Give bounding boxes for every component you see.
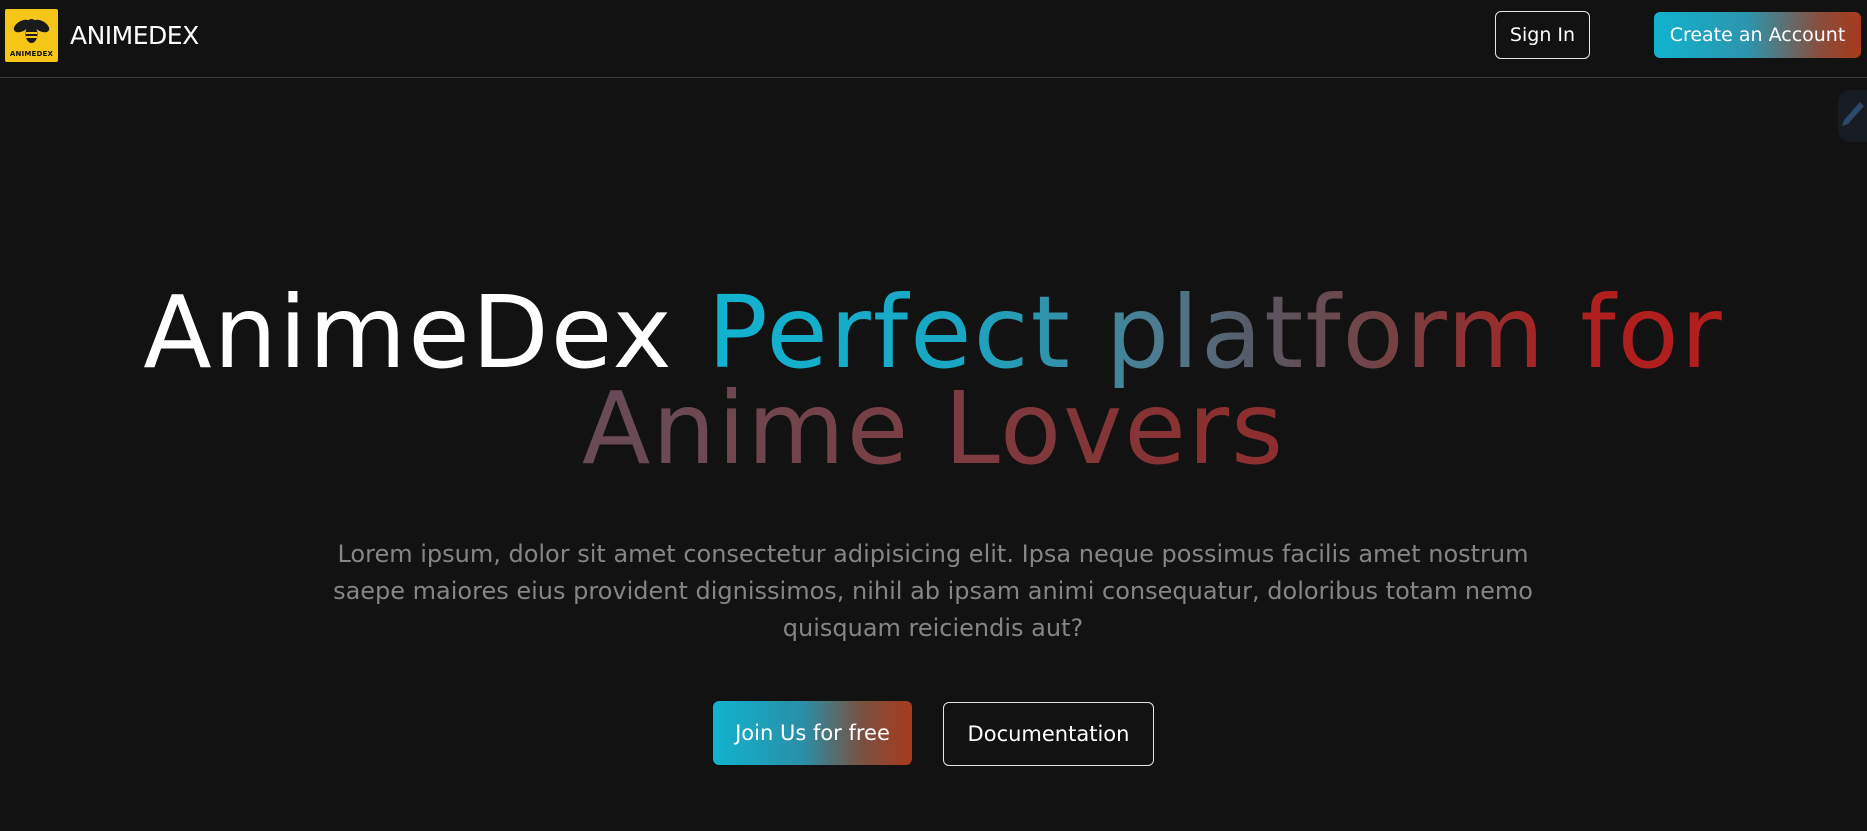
create-account-button[interactable]: Create an Account: [1654, 12, 1861, 58]
corner-decoration: [1838, 90, 1867, 142]
hero-title: AnimeDex Perfect platform for Anime Love…: [0, 283, 1867, 479]
join-free-button[interactable]: Join Us for free: [713, 701, 912, 765]
logo-badge-text: ANIMEDEX: [9, 50, 54, 58]
brand-name: ANIMEDEX: [70, 21, 199, 50]
bee-logo-icon: ANIMEDEX: [5, 9, 58, 62]
hero-title-tagline-line2: Anime Lovers: [0, 379, 1867, 479]
hero-description: Lorem ipsum, dolor sit amet consectetur …: [333, 540, 1533, 642]
brand-logo-link[interactable]: ANIMEDEX ANIMEDEX: [5, 9, 199, 62]
pencil-icon: [1842, 102, 1864, 126]
top-navbar: ANIMEDEX ANIMEDEX Sign In Create an Acco…: [0, 0, 1867, 78]
documentation-button[interactable]: Documentation: [943, 702, 1154, 766]
sign-in-button[interactable]: Sign In: [1495, 11, 1590, 59]
